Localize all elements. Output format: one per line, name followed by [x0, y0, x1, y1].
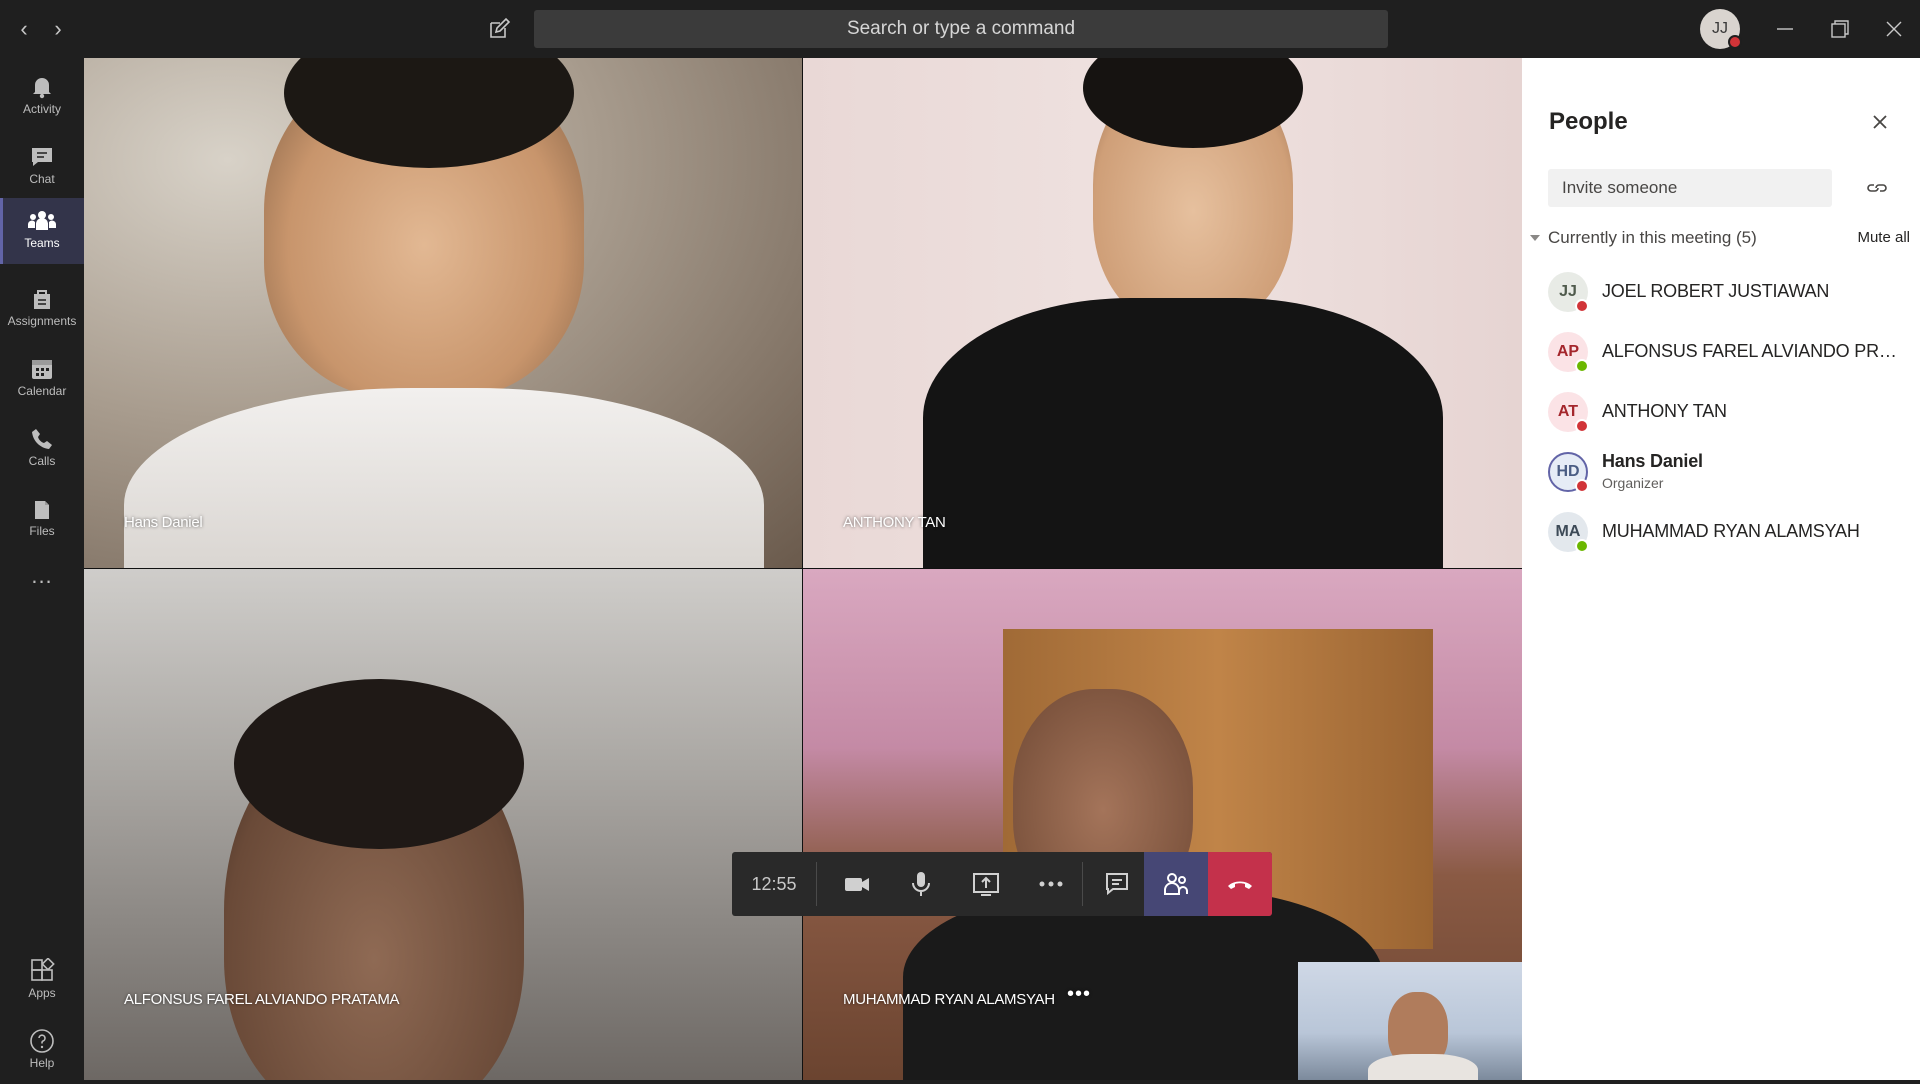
rail-item-calendar[interactable]: Calendar [0, 346, 84, 412]
participant-name: JOEL ROBERT JUSTIAWAN [1602, 281, 1830, 301]
rail-label: Help [29, 1056, 55, 1070]
help-icon [30, 1029, 54, 1053]
participant-name: Hans Daniel [1602, 451, 1703, 471]
rail-item-calls[interactable]: Calls [0, 416, 84, 482]
conversation-icon [1106, 873, 1128, 896]
minimize-icon[interactable] [1767, 12, 1803, 46]
app-rail: Activity Chat Teams Assignments Calendar… [0, 58, 84, 1080]
rail-item-chat[interactable]: Chat [0, 134, 84, 200]
rail-item-help[interactable]: Help [0, 1018, 84, 1084]
tile-name-label: Hans Daniel [124, 514, 203, 531]
rail-item-teams[interactable]: Teams [0, 198, 84, 264]
panel-title: People [1549, 108, 1628, 135]
participant-shirt [923, 298, 1443, 568]
busy-status-icon [1575, 479, 1589, 493]
tile-name-label: MUHAMMAD RYAN ALAMSYAH [843, 991, 1055, 1008]
rail-label: Calls [28, 454, 56, 468]
more-icon: ... [31, 563, 53, 588]
show-participants-button[interactable] [1144, 852, 1208, 916]
mute-all-button[interactable]: Mute all [1857, 229, 1910, 246]
hang-up-button[interactable] [1208, 852, 1272, 916]
rail-item-files[interactable]: Files [0, 486, 84, 552]
camera-button[interactable] [825, 852, 889, 916]
participant-row[interactable]: AP ALFONSUS FAREL ALVIANDO PRA... [1548, 328, 1908, 376]
teams-icon [28, 211, 56, 230]
title-bar: ‹ › Search or type a command JJ [0, 0, 1920, 58]
invite-someone-input[interactable] [1548, 169, 1832, 207]
chevron-down-icon [1530, 235, 1540, 241]
calendar-icon [32, 360, 52, 379]
apps-icon [31, 958, 55, 981]
rail-item-apps[interactable]: Apps [0, 948, 84, 1014]
restore-icon[interactable] [1821, 12, 1857, 46]
rail-label: Files [29, 524, 55, 538]
people-panel: People Currently in this meeting (5) Mut… [1522, 58, 1920, 1080]
video-tile[interactable]: ALFONSUS FAREL ALVIANDO PRATAMA [84, 569, 802, 1080]
call-controls: 12:55 [732, 852, 1272, 916]
participant-row[interactable]: AT ANTHONY TAN [1548, 388, 1908, 436]
close-icon[interactable] [1868, 110, 1892, 134]
section-label: Currently in this meeting (5) [1548, 228, 1757, 247]
self-preview-video[interactable] [1298, 962, 1522, 1080]
more-apps-button[interactable]: ... [0, 558, 84, 598]
tile-more-options-icon[interactable]: ••• [1067, 983, 1091, 1006]
participant-row[interactable]: JJ JOEL ROBERT JUSTIAWAN [1548, 268, 1908, 316]
files-icon [35, 501, 49, 519]
hang-up-icon [1228, 881, 1252, 889]
share-screen-button[interactable] [954, 852, 1018, 916]
available-status-icon [1575, 539, 1589, 553]
microphone-button[interactable] [889, 852, 953, 916]
show-conversation-button[interactable] [1085, 852, 1149, 916]
close-window-icon[interactable] [1876, 12, 1912, 46]
rail-item-activity[interactable]: Activity [0, 64, 84, 130]
divider [816, 862, 817, 906]
call-duration: 12:55 [751, 874, 797, 894]
participant-role: Organizer [1602, 475, 1664, 491]
participant-name: ANTHONY TAN [1602, 401, 1727, 421]
self-shirt [1368, 1054, 1478, 1080]
rail-item-assignments[interactable]: Assignments [0, 276, 84, 342]
rail-label: Activity [22, 102, 61, 116]
rail-label: Apps [28, 986, 56, 1000]
participant-shirt [124, 388, 764, 568]
bell-icon [33, 78, 51, 99]
more-icon [1039, 881, 1063, 887]
assignments-icon [34, 290, 50, 309]
tile-name-label: ANTHONY TAN [843, 514, 946, 531]
participants-icon [1164, 873, 1188, 895]
rail-label: Teams [24, 236, 60, 250]
video-tile[interactable]: Hans Daniel [84, 58, 802, 568]
participant-row[interactable]: HD Hans Daniel Organizer [1548, 448, 1908, 496]
divider [1082, 862, 1083, 906]
forward-arrow-icon[interactable]: › [44, 14, 72, 44]
search-bar[interactable]: Search or type a command [534, 10, 1388, 48]
microphone-icon [912, 872, 930, 896]
rail-label: Chat [29, 172, 55, 186]
participant-hair [234, 679, 524, 849]
more-actions-button[interactable] [1019, 852, 1083, 916]
available-status-icon [1575, 359, 1589, 373]
video-tile[interactable]: ANTHONY TAN [803, 58, 1522, 568]
meeting-section-header[interactable]: Currently in this meeting (5) Mute all [1530, 228, 1910, 252]
rail-label: Assignments [7, 314, 77, 328]
camera-icon [845, 878, 869, 891]
busy-status-icon [1728, 35, 1742, 49]
busy-status-icon [1575, 299, 1589, 313]
tile-name-label: ALFONSUS FAREL ALVIANDO PRATAMA [124, 991, 400, 1008]
participant-name: ALFONSUS FAREL ALVIANDO PRA... [1602, 341, 1902, 361]
chat-icon [32, 148, 52, 166]
back-arrow-icon[interactable]: ‹ [10, 14, 38, 44]
busy-status-icon [1575, 419, 1589, 433]
video-stage: Hans Daniel ANTHONY TAN ALFONSUS FAREL A… [84, 58, 1522, 1080]
participant-name: MUHAMMAD RYAN ALAMSYAH [1602, 521, 1860, 541]
rail-label: Calendar [17, 384, 67, 398]
compose-icon[interactable] [484, 14, 514, 44]
share-link-icon[interactable] [1864, 176, 1890, 200]
share-screen-icon [973, 873, 999, 896]
participant-row[interactable]: MA MUHAMMAD RYAN ALAMSYAH [1548, 508, 1908, 556]
phone-icon [32, 429, 52, 449]
